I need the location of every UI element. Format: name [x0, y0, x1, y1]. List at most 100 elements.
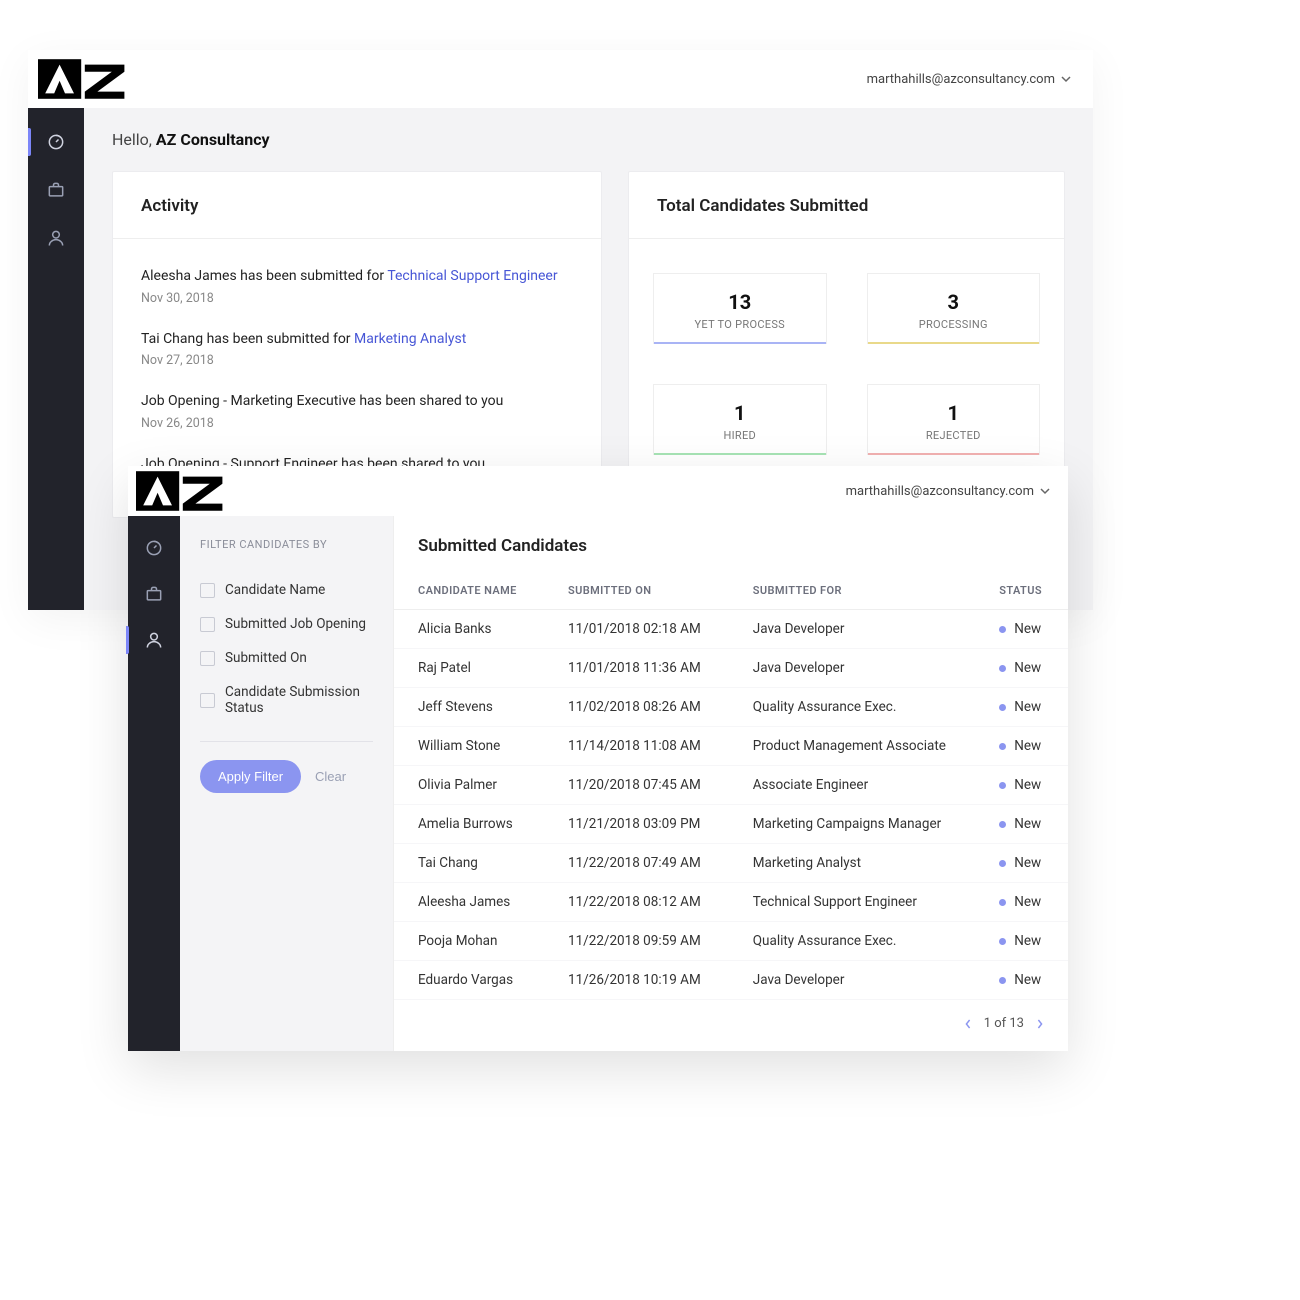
stat-label: REJECTED	[876, 429, 1032, 442]
chevron-down-icon	[1061, 74, 1071, 84]
status-text: New	[1014, 621, 1041, 637]
table-row[interactable]: Amelia Burrows11/21/2018 03:09 PMMarketi…	[394, 805, 1068, 844]
filter-label: Submitted Job Opening	[225, 616, 366, 632]
status-text: New	[1014, 933, 1041, 949]
apply-filter-button[interactable]: Apply Filter	[200, 760, 301, 793]
cell-name: William Stone	[394, 727, 544, 766]
logo	[136, 471, 226, 511]
table-row[interactable]: William Stone11/14/2018 11:08 AMProduct …	[394, 727, 1068, 766]
column-header[interactable]: STATUS	[975, 574, 1068, 610]
cell-submitted-for: Marketing Campaigns Manager	[729, 805, 976, 844]
cell-submitted-for: Java Developer	[729, 649, 976, 688]
pager: 1 of 13	[394, 1000, 1068, 1037]
checkbox-icon	[200, 617, 215, 632]
filter-option[interactable]: Candidate Submission Status	[200, 675, 373, 725]
status-dot-icon	[999, 821, 1006, 828]
sidebar-item-candidates[interactable]	[126, 620, 182, 660]
cell-name: Pooja Mohan	[394, 922, 544, 961]
sidebar-item-candidates[interactable]	[28, 218, 84, 258]
filter-option[interactable]: Submitted On	[200, 641, 373, 675]
stat-number: 13	[662, 290, 818, 314]
cell-status: New	[975, 805, 1068, 844]
table-row[interactable]: Aleesha James11/22/2018 08:12 AMTechnica…	[394, 883, 1068, 922]
cell-name: Eduardo Vargas	[394, 961, 544, 1000]
filter-option[interactable]: Submitted Job Opening	[200, 607, 373, 641]
filter-label: Candidate Name	[225, 582, 325, 598]
cell-status: New	[975, 961, 1068, 1000]
greeting: Hello, AZ Consultancy	[112, 130, 1065, 149]
status-dot-icon	[999, 665, 1006, 672]
column-header[interactable]: SUBMITTED ON	[544, 574, 729, 610]
filter-label: Candidate Submission Status	[225, 684, 373, 716]
table-row[interactable]: Eduardo Vargas11/26/2018 10:19 AMJava De…	[394, 961, 1068, 1000]
candidates-table: CANDIDATE NAMESUBMITTED ONSUBMITTED FORS…	[394, 574, 1068, 1000]
pager-next[interactable]	[1036, 1018, 1044, 1030]
cell-status: New	[975, 922, 1068, 961]
cell-name: Aleesha James	[394, 883, 544, 922]
cell-submitted-for: Associate Engineer	[729, 766, 976, 805]
checkbox-icon	[200, 651, 215, 666]
stat-label: YET TO PROCESS	[662, 318, 818, 331]
cell-name: Olivia Palmer	[394, 766, 544, 805]
activity-link[interactable]: Marketing Analyst	[354, 331, 466, 347]
user-menu[interactable]: marthahills@azconsultancy.com	[867, 72, 1071, 87]
status-dot-icon	[999, 782, 1006, 789]
cell-status: New	[975, 844, 1068, 883]
checkbox-icon	[200, 583, 215, 598]
table-row[interactable]: Raj Patel11/01/2018 11:36 AMJava Develop…	[394, 649, 1068, 688]
status-text: New	[1014, 816, 1041, 832]
sidebar-item-dashboard[interactable]	[28, 122, 84, 162]
clear-filter-button[interactable]: Clear	[315, 769, 346, 784]
cell-name: Alicia Banks	[394, 610, 544, 649]
cell-submitted-for: Quality Assurance Exec.	[729, 688, 976, 727]
cell-submitted-on: 11/22/2018 09:59 AM	[544, 922, 729, 961]
table-row[interactable]: Alicia Banks11/01/2018 02:18 AMJava Deve…	[394, 610, 1068, 649]
cell-submitted-on: 11/21/2018 03:09 PM	[544, 805, 729, 844]
filter-option[interactable]: Candidate Name	[200, 573, 373, 607]
table-row[interactable]: Jeff Stevens11/02/2018 08:26 AMQuality A…	[394, 688, 1068, 727]
cell-submitted-on: 11/22/2018 07:49 AM	[544, 844, 729, 883]
status-dot-icon	[999, 938, 1006, 945]
user-email: marthahills@azconsultancy.com	[846, 484, 1034, 499]
column-header[interactable]: SUBMITTED FOR	[729, 574, 976, 610]
sidebar-item-dashboard[interactable]	[126, 528, 182, 568]
cell-status: New	[975, 883, 1068, 922]
status-text: New	[1014, 738, 1041, 754]
cell-submitted-for: Java Developer	[729, 610, 976, 649]
column-header[interactable]: CANDIDATE NAME	[394, 574, 544, 610]
cell-submitted-for: Marketing Analyst	[729, 844, 976, 883]
greeting-prefix: Hello,	[112, 130, 156, 149]
pager-prev[interactable]	[964, 1018, 972, 1030]
table-row[interactable]: Olivia Palmer11/20/2018 07:45 AMAssociat…	[394, 766, 1068, 805]
status-dot-icon	[999, 743, 1006, 750]
header-bar: marthahills@azconsultancy.com	[128, 466, 1068, 516]
logo	[38, 59, 128, 99]
filter-label: Submitted On	[225, 650, 307, 666]
status-dot-icon	[999, 860, 1006, 867]
stat-label: HIRED	[662, 429, 818, 442]
stat-number: 3	[876, 290, 1032, 314]
activity-date: Nov 27, 2018	[141, 353, 573, 368]
user-menu[interactable]: marthahills@azconsultancy.com	[846, 484, 1050, 499]
table-row[interactable]: Tai Chang11/22/2018 07:49 AMMarketing An…	[394, 844, 1068, 883]
sidebar-nav	[28, 108, 84, 610]
cell-status: New	[975, 766, 1068, 805]
sidebar-item-jobs[interactable]	[126, 574, 182, 614]
status-dot-icon	[999, 704, 1006, 711]
activity-text: Job Opening - Marketing Executive has be…	[141, 392, 573, 412]
activity-link[interactable]: Technical Support Engineer	[387, 268, 557, 284]
filter-heading: FILTER CANDIDATES BY	[200, 538, 373, 551]
table-row[interactable]: Pooja Mohan11/22/2018 09:59 AMQuality As…	[394, 922, 1068, 961]
cell-name: Tai Chang	[394, 844, 544, 883]
cell-name: Jeff Stevens	[394, 688, 544, 727]
greeting-name: AZ Consultancy	[156, 130, 270, 149]
checkbox-icon	[200, 693, 215, 708]
sidebar-item-jobs[interactable]	[28, 170, 84, 210]
activity-date: Nov 30, 2018	[141, 291, 573, 306]
activity-date: Nov 26, 2018	[141, 416, 573, 431]
status-text: New	[1014, 660, 1041, 676]
cell-submitted-for: Java Developer	[729, 961, 976, 1000]
user-email: marthahills@azconsultancy.com	[867, 72, 1055, 87]
stat-number: 1	[662, 401, 818, 425]
cell-submitted-on: 11/02/2018 08:26 AM	[544, 688, 729, 727]
